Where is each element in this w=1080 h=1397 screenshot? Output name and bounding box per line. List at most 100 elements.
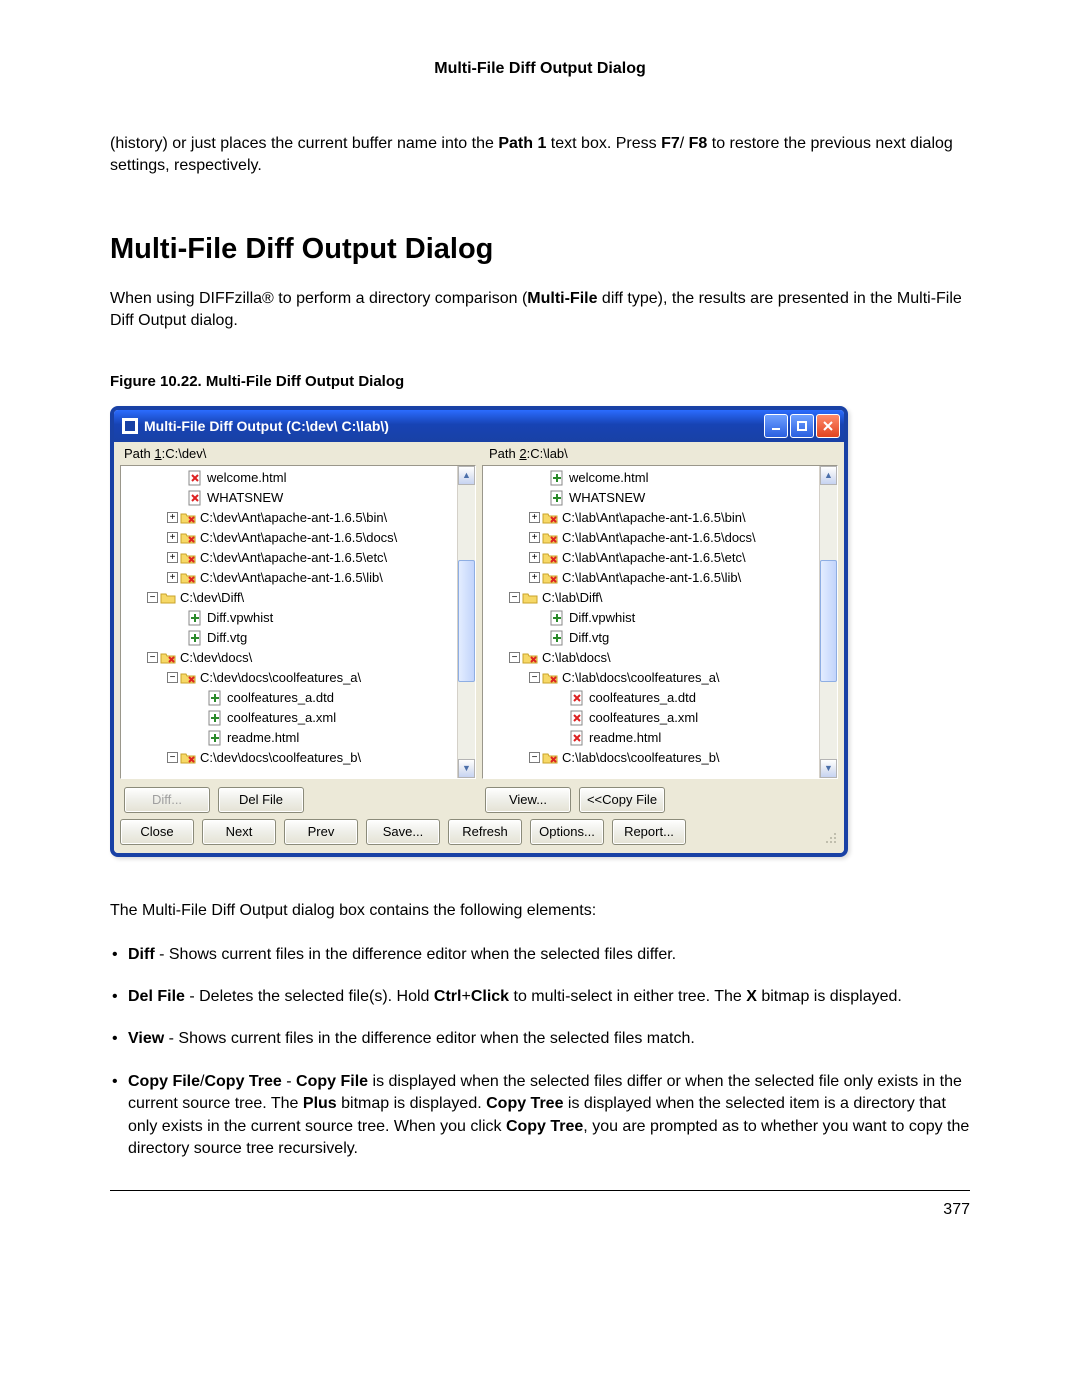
tree-item[interactable]: welcome.html — [121, 468, 475, 488]
tree-item[interactable]: +C:\dev\Ant\apache-ant-1.6.5\etc\ — [121, 548, 475, 568]
copy-file-button[interactable]: <<Copy File — [579, 787, 665, 813]
tree-item[interactable]: +C:\dev\Ant\apache-ant-1.6.5\lib\ — [121, 568, 475, 588]
tree-item[interactable]: −C:\dev\docs\coolfeatures_b\ — [121, 748, 475, 768]
file-plus-icon — [549, 490, 565, 506]
tree-item[interactable]: +C:\dev\Ant\apache-ant-1.6.5\docs\ — [121, 528, 475, 548]
tree-item[interactable]: coolfeatures_a.dtd — [483, 688, 837, 708]
expander-icon[interactable]: − — [529, 752, 540, 763]
maximize-button[interactable] — [790, 414, 814, 438]
expander-icon[interactable]: + — [529, 512, 540, 523]
expander-icon[interactable]: − — [529, 672, 540, 683]
text-bold: Path 1 — [498, 135, 546, 152]
tree-item[interactable]: −C:\dev\docs\ — [121, 648, 475, 668]
options-button[interactable]: Options... — [530, 819, 604, 845]
tree-item[interactable]: WHATSNEW — [483, 488, 837, 508]
file-x-icon — [187, 470, 203, 486]
tree-item[interactable]: + C:\lab\Ant\apache-ant-1.6.5\lib\ — [483, 568, 837, 588]
folder-diff-icon — [542, 530, 558, 546]
bullet-list: Diff - Shows current files in the differ… — [110, 944, 970, 1161]
tree-item[interactable]: − C:\dev\Diff\ — [121, 588, 475, 608]
prev-button[interactable]: Prev — [284, 819, 358, 845]
tree-item-label: WHATSNEW — [569, 490, 645, 505]
tree-item-label: C:\dev\Diff\ — [180, 590, 244, 605]
tree-item-label: C:\lab\Ant\apache-ant-1.6.5\lib\ — [562, 570, 741, 585]
diff-button[interactable]: Diff... — [124, 787, 210, 813]
tree-item[interactable]: −C:\lab\docs\coolfeatures_b\ — [483, 748, 837, 768]
view-button[interactable]: View... — [485, 787, 571, 813]
del-file-button[interactable]: Del File — [218, 787, 304, 813]
tree-item[interactable]: coolfeatures_a.dtd — [121, 688, 475, 708]
expander-icon[interactable]: + — [167, 572, 178, 583]
expander-icon[interactable]: − — [147, 592, 158, 603]
text: (history) or just places the current buf… — [110, 135, 498, 152]
expander-icon[interactable]: + — [529, 572, 540, 583]
text: :C:\dev\ — [162, 446, 207, 461]
folder-diff-icon — [542, 550, 558, 566]
expander-icon[interactable]: + — [167, 532, 178, 543]
scroll-up-icon[interactable]: ▲ — [820, 466, 837, 485]
left-tree[interactable]: welcome.html WHATSNEW +C:\dev\Ant\apache-a… — [120, 465, 476, 779]
tree-item-label: C:\lab\Diff\ — [542, 590, 602, 605]
expander-icon[interactable]: + — [167, 552, 178, 563]
figure-caption: Figure 10.22. Multi-File Diff Output Dia… — [110, 373, 970, 390]
text: / — [680, 135, 689, 152]
right-tree[interactable]: welcome.htmlWHATSNEW+C:\lab\Ant\apache-a… — [482, 465, 838, 779]
tree-item-label: Diff.vtg — [207, 630, 247, 645]
path1-label: Path 1:C:\dev\ — [114, 442, 479, 465]
tree-item[interactable]: Diff.vpwhist — [121, 608, 475, 628]
expander-icon[interactable]: − — [167, 672, 178, 683]
folder-diff-icon — [542, 750, 558, 766]
file-plus-icon — [207, 710, 223, 726]
tree-item[interactable]: readme.html — [121, 728, 475, 748]
expander-icon[interactable]: − — [509, 592, 520, 603]
tree-item[interactable]: +C:\lab\Ant\apache-ant-1.6.5\bin\ — [483, 508, 837, 528]
tree-item-label: coolfeatures_a.dtd — [227, 690, 334, 705]
tree-item[interactable]: Diff.vtg — [483, 628, 837, 648]
folder-icon — [522, 590, 538, 606]
titlebar[interactable]: Multi-File Diff Output (C:\dev\ C:\lab\) — [114, 410, 844, 442]
right-scrollbar[interactable]: ▲ ▼ — [819, 466, 837, 778]
close-dialog-button[interactable]: Close — [120, 819, 194, 845]
tree-item[interactable]: WHATSNEW — [121, 488, 475, 508]
tree-item-label: C:\lab\Ant\apache-ant-1.6.5\docs\ — [562, 530, 756, 545]
expander-icon[interactable]: + — [529, 532, 540, 543]
page-footer: 377 — [110, 1190, 970, 1219]
expander-icon[interactable]: + — [529, 552, 540, 563]
tree-item[interactable]: −C:\dev\docs\coolfeatures_a\ — [121, 668, 475, 688]
report-button[interactable]: Report... — [612, 819, 686, 845]
minimize-button[interactable] — [764, 414, 788, 438]
left-scrollbar[interactable]: ▲ ▼ — [457, 466, 475, 778]
close-button[interactable] — [816, 414, 840, 438]
refresh-button[interactable]: Refresh — [448, 819, 522, 845]
save-button[interactable]: Save... — [366, 819, 440, 845]
expander-icon[interactable]: − — [509, 652, 520, 663]
tree-item[interactable]: +C:\dev\Ant\apache-ant-1.6.5\bin\ — [121, 508, 475, 528]
tree-item[interactable]: coolfeatures_a.xml — [483, 708, 837, 728]
mnemonic: 1 — [154, 446, 161, 461]
resize-grip-icon[interactable] — [822, 829, 838, 845]
scroll-down-icon[interactable]: ▼ — [458, 759, 475, 778]
folder-diff-icon — [542, 570, 558, 586]
tree-item[interactable]: − C:\lab\Diff\ — [483, 588, 837, 608]
tree-item[interactable]: + C:\lab\Ant\apache-ant-1.6.5\docs\ — [483, 528, 837, 548]
tree-item[interactable]: +C:\lab\Ant\apache-ant-1.6.5\etc\ — [483, 548, 837, 568]
tree-item[interactable]: welcome.html — [483, 468, 837, 488]
scroll-thumb[interactable] — [820, 560, 837, 682]
tree-item-label: WHATSNEW — [207, 490, 283, 505]
file-x-icon — [187, 490, 203, 506]
expander-icon[interactable]: + — [167, 512, 178, 523]
tree-item[interactable]: Diff.vtg — [121, 628, 475, 648]
scroll-up-icon[interactable]: ▲ — [458, 466, 475, 485]
folder-diff-icon — [160, 650, 176, 666]
expander-icon[interactable]: − — [167, 752, 178, 763]
next-button[interactable]: Next — [202, 819, 276, 845]
expander-icon[interactable]: − — [147, 652, 158, 663]
tree-item[interactable]: readme.html — [483, 728, 837, 748]
bullet-item: Del File - Deletes the selected file(s).… — [110, 986, 970, 1008]
tree-item[interactable]: coolfeatures_a.xml — [121, 708, 475, 728]
tree-item[interactable]: −C:\lab\docs\ — [483, 648, 837, 668]
scroll-thumb[interactable] — [458, 560, 475, 682]
scroll-down-icon[interactable]: ▼ — [820, 759, 837, 778]
tree-item[interactable]: −C:\lab\docs\coolfeatures_a\ — [483, 668, 837, 688]
tree-item[interactable]: Diff.vpwhist — [483, 608, 837, 628]
